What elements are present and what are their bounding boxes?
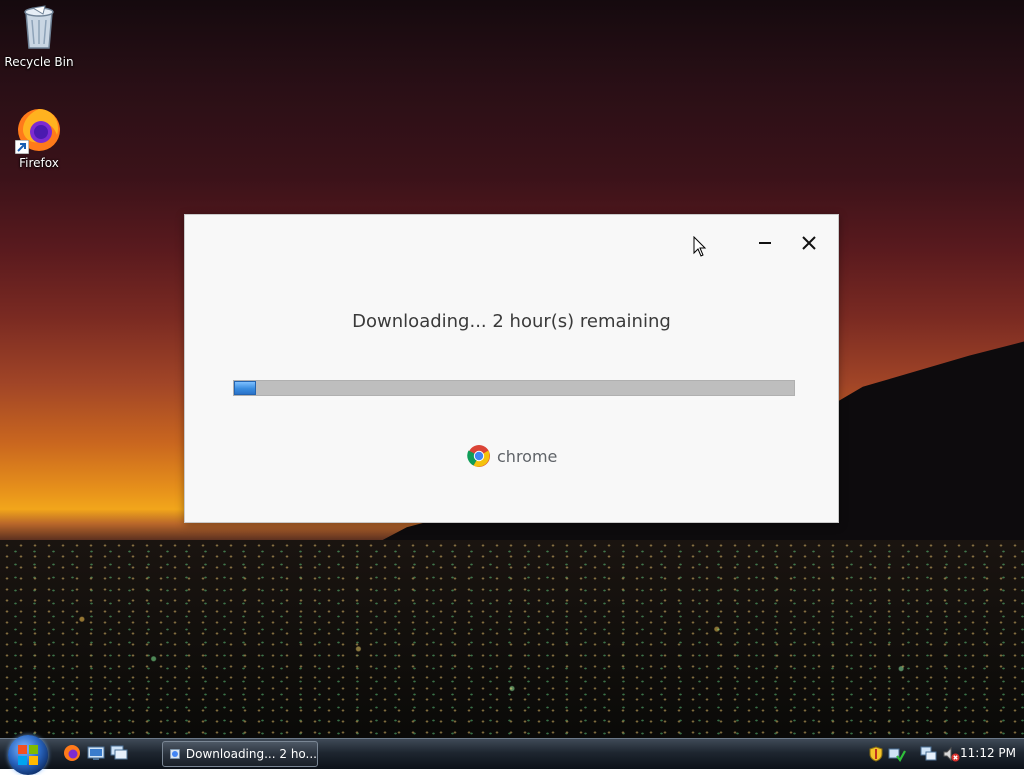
desktop-icon-recycle-bin[interactable]: Recycle Bin	[1, 2, 77, 69]
quicklaunch-switch-windows[interactable]	[110, 744, 130, 764]
clock[interactable]: 11:12 PM	[960, 746, 1016, 760]
quicklaunch-firefox[interactable]	[63, 744, 83, 764]
wallpaper-city-lights	[0, 540, 1024, 738]
brand-label: chrome	[497, 446, 558, 466]
desktop-icon-label: Firefox	[19, 156, 59, 170]
taskbar-button-label: Downloading... 2 ho...	[185, 747, 317, 761]
installer-icon	[170, 749, 180, 759]
progress-fill	[234, 381, 257, 395]
volume-muted-icon[interactable]	[942, 746, 960, 762]
shortcut-arrow-icon	[15, 140, 29, 154]
start-button[interactable]	[8, 735, 48, 775]
system-tray	[868, 739, 960, 769]
chrome-logo-icon	[467, 445, 490, 467]
taskbar: Downloading... 2 ho... 11:12 PM	[0, 735, 1024, 775]
windows-start-icon	[18, 745, 38, 765]
firefox-icon	[64, 745, 80, 761]
network-check-icon[interactable]	[888, 746, 906, 762]
close-icon	[802, 236, 816, 250]
desktop-icon-firefox[interactable]: Firefox	[1, 106, 77, 170]
security-shield-icon[interactable]	[868, 746, 884, 762]
quicklaunch-show-desktop[interactable]	[87, 744, 107, 764]
minimize-icon	[759, 242, 771, 244]
taskbar-button-download[interactable]: Downloading... 2 ho...	[162, 741, 318, 767]
chrome-brand: chrome	[467, 443, 557, 469]
switch-windows-icon	[110, 745, 128, 760]
download-status-text: Downloading... 2 hour(s) remaining	[352, 311, 671, 332]
download-dialog: Downloading... 2 hour(s) remaining chrom…	[184, 214, 839, 523]
firefox-icon	[15, 106, 63, 154]
network-icon[interactable]	[920, 746, 938, 762]
close-button[interactable]	[795, 229, 823, 257]
show-desktop-icon	[87, 746, 105, 760]
recycle-bin-icon	[1, 2, 77, 53]
download-progress-bar	[233, 380, 795, 396]
mouse-cursor-icon	[693, 236, 707, 257]
minimize-button[interactable]	[751, 229, 779, 257]
desktop-icon-label: Recycle Bin	[4, 55, 74, 69]
